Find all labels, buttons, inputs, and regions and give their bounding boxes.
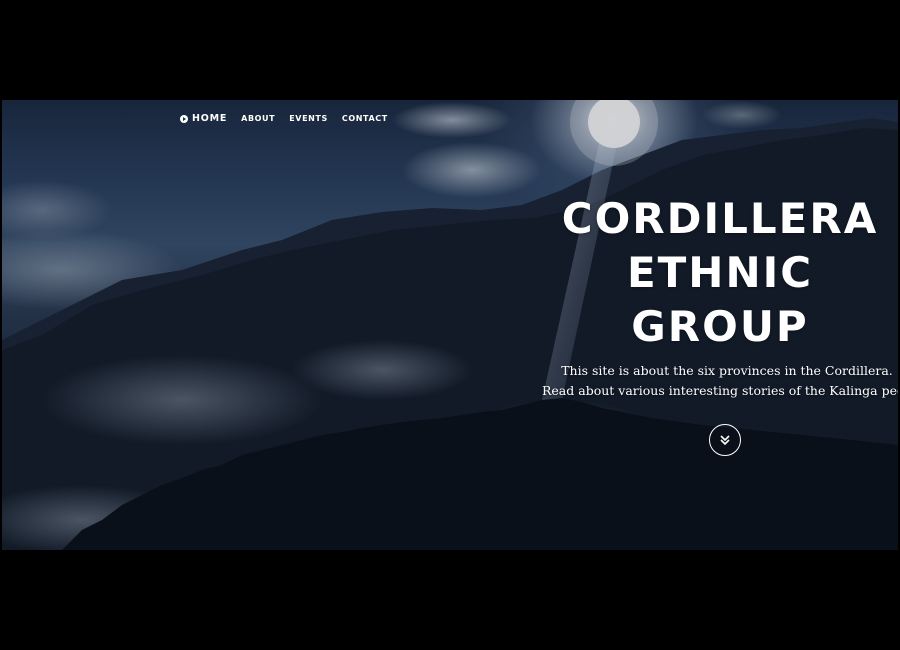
scroll-down-button[interactable] bbox=[709, 424, 741, 456]
main-navigation: HOME ABOUT EVENTS CONTACT bbox=[180, 113, 388, 124]
title-line: CORDILLERA bbox=[561, 194, 879, 243]
nav-item-label: HOME bbox=[192, 113, 228, 124]
hero-section: HOME ABOUT EVENTS CONTACT CORDILLERA ETH… bbox=[2, 100, 898, 550]
page-title: CORDILLERA ETHNIC GROUP bbox=[542, 192, 898, 354]
nav-item-events[interactable]: EVENTS bbox=[289, 114, 328, 123]
nav-item-contact[interactable]: CONTACT bbox=[342, 114, 388, 123]
nav-item-label: ABOUT bbox=[241, 114, 276, 123]
description-line: This site is about the six provinces in … bbox=[561, 363, 893, 378]
title-line: ETHNIC bbox=[626, 248, 814, 297]
nav-item-label: CONTACT bbox=[341, 114, 388, 123]
nav-item-label: EVENTS bbox=[289, 114, 328, 123]
nav-item-about[interactable]: ABOUT bbox=[241, 114, 275, 123]
chevron-double-down-icon bbox=[720, 435, 730, 446]
title-line: GROUP bbox=[631, 302, 809, 351]
description-line: Read about various interesting stories o… bbox=[542, 383, 898, 398]
nav-item-home[interactable]: HOME bbox=[180, 113, 227, 124]
page: HOME ABOUT EVENTS CONTACT CORDILLERA ETH… bbox=[0, 0, 900, 650]
hero-description: This site is about the six provinces in … bbox=[542, 361, 898, 401]
play-circle-icon bbox=[180, 114, 188, 123]
